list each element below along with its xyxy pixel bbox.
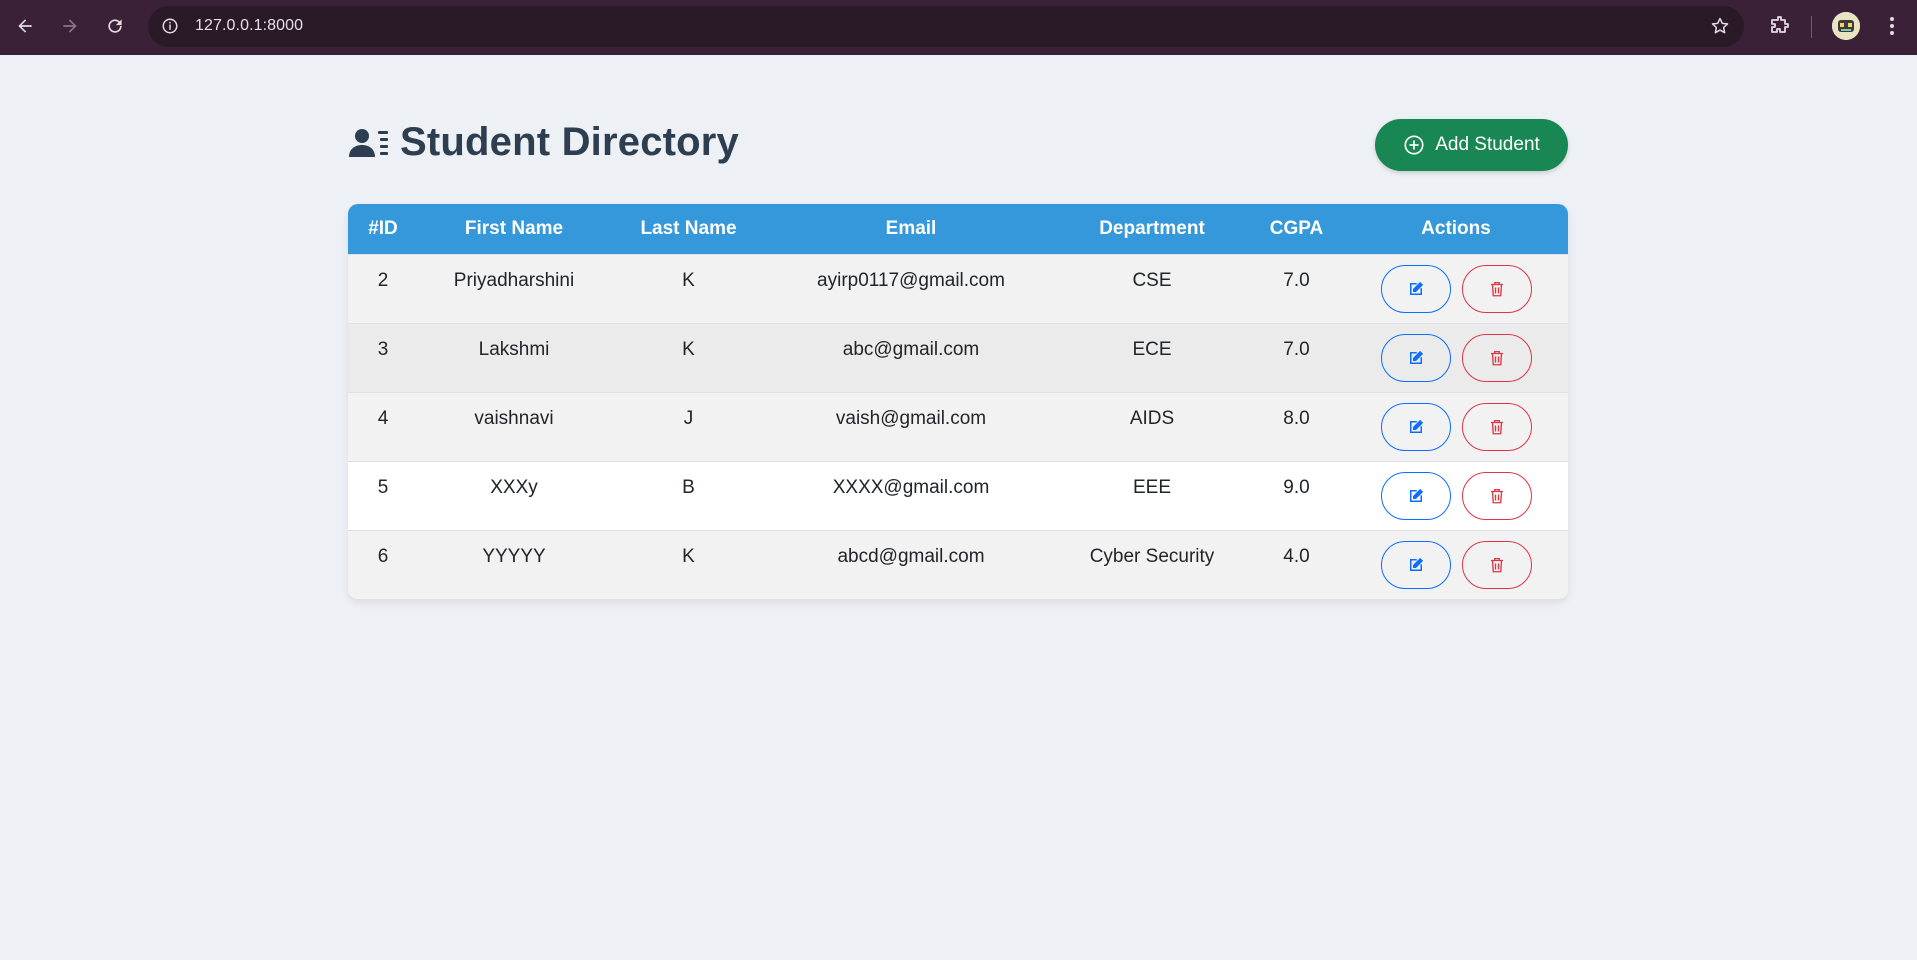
add-student-label: Add Student: [1435, 134, 1540, 155]
menu-kebab-icon[interactable]: [1880, 14, 1904, 38]
cell-last-name: K: [610, 253, 767, 323]
column-header-cgpa: CGPA: [1269, 217, 1324, 239]
cell-email: vaish@gmail.com: [767, 391, 1055, 461]
cell-email: XXXX@gmail.com: [767, 460, 1055, 530]
student-table-card: #ID First Name Last Name Email Departmen…: [348, 204, 1568, 599]
cell-first-name: vaishnavi: [418, 391, 610, 461]
cell-cgpa: 7.0: [1249, 322, 1344, 392]
table-row: 4 vaishnavi J vaish@gmail.com AIDS 8.0: [348, 391, 1568, 461]
cell-id: 4: [348, 391, 418, 461]
cell-department: Cyber Security: [1055, 529, 1249, 599]
bookmark-star-icon[interactable]: [1710, 16, 1730, 36]
trash-icon: [1490, 488, 1503, 503]
column-header-actions: Actions: [1421, 217, 1491, 239]
cell-last-name: K: [610, 529, 767, 599]
toolbar-divider: [1811, 16, 1812, 38]
cell-department: EEE: [1055, 460, 1249, 530]
column-header-email: Email: [885, 217, 937, 239]
table-row: 2 Priyadharshini K ayirp0117@gmail.com C…: [348, 253, 1568, 323]
trash-icon: [1490, 557, 1503, 573]
edit-button[interactable]: [1380, 333, 1451, 382]
edit-button[interactable]: [1380, 540, 1451, 589]
title-group: Student Directory: [348, 120, 739, 165]
edit-icon: [1409, 419, 1423, 433]
browser-toolbar: 127.0.0.1:8000: [0, 0, 1917, 55]
add-student-button[interactable]: Add Student: [1375, 119, 1568, 171]
table-row: 6 YYYYY K abcd@gmail.com Cyber Security …: [348, 529, 1568, 599]
back-icon: [18, 19, 32, 33]
student-table: #ID First Name Last Name Email Departmen…: [348, 204, 1568, 599]
delete-button[interactable]: [1461, 471, 1532, 520]
cell-cgpa: 8.0: [1249, 391, 1344, 461]
edit-button[interactable]: [1380, 471, 1451, 520]
cell-id: 5: [348, 460, 418, 530]
forward-button[interactable]: [56, 12, 84, 40]
reload-button[interactable]: [101, 12, 129, 40]
url-text[interactable]: 127.0.0.1:8000: [195, 17, 303, 35]
trash-icon: [1490, 419, 1503, 434]
back-button[interactable]: [11, 12, 39, 40]
cell-email: abcd@gmail.com: [767, 529, 1055, 599]
cell-last-name: B: [610, 460, 767, 530]
page-header: Student Directory Add Student: [348, 55, 1568, 205]
user-list-icon: [349, 128, 388, 157]
cell-actions: [1344, 253, 1568, 323]
cell-id: 6: [348, 529, 418, 599]
edit-icon: [1409, 281, 1423, 295]
column-header-last-name: Last Name: [640, 217, 737, 239]
cell-actions: [1344, 322, 1568, 392]
cell-last-name: J: [610, 391, 767, 461]
table-row: 5 XXXy B XXXX@gmail.com EEE 9.0: [348, 460, 1568, 530]
cell-cgpa: 7.0: [1249, 253, 1344, 323]
edit-button[interactable]: [1380, 264, 1451, 313]
reload-icon: [108, 19, 122, 33]
plus-circle-icon: [1404, 135, 1424, 155]
trash-icon: [1490, 281, 1503, 296]
table-row: 3 Lakshmi K abc@gmail.com ECE 7.0: [348, 322, 1568, 392]
cell-cgpa: 4.0: [1249, 529, 1344, 599]
address-bar[interactable]: 127.0.0.1:8000: [148, 6, 1744, 47]
column-header-id: #ID: [368, 217, 398, 239]
cell-department: CSE: [1055, 253, 1249, 323]
cell-actions: [1344, 391, 1568, 461]
column-header-first-name: First Name: [464, 217, 564, 239]
profile-avatar[interactable]: [1832, 12, 1860, 40]
cell-email: ayirp0117@gmail.com: [767, 253, 1055, 323]
cell-actions: [1344, 529, 1568, 599]
page-container: Student Directory Add Student #ID First …: [348, 55, 1568, 599]
cell-first-name: YYYYY: [418, 529, 610, 599]
delete-button[interactable]: [1461, 264, 1532, 313]
edit-icon: [1409, 350, 1423, 364]
cell-first-name: Lakshmi: [418, 322, 610, 392]
trash-icon: [1490, 350, 1503, 365]
page-title: Student Directory: [400, 120, 740, 164]
cell-cgpa: 9.0: [1249, 460, 1344, 530]
edit-icon: [1409, 557, 1423, 571]
cell-id: 2: [348, 253, 418, 323]
site-info-icon[interactable]: [161, 17, 179, 35]
table-header-row: #ID First Name Last Name Email Departmen…: [348, 204, 1568, 254]
delete-button[interactable]: [1461, 333, 1532, 382]
cell-department: AIDS: [1055, 391, 1249, 461]
delete-button[interactable]: [1461, 402, 1532, 451]
cell-actions: [1344, 460, 1568, 530]
column-header-department: Department: [1099, 217, 1205, 239]
edit-button[interactable]: [1380, 402, 1451, 451]
cell-id: 3: [348, 322, 418, 392]
cell-last-name: K: [610, 322, 767, 392]
forward-icon: [63, 19, 77, 33]
cell-email: abc@gmail.com: [767, 322, 1055, 392]
cell-first-name: Priyadharshini: [418, 253, 610, 323]
delete-button[interactable]: [1461, 540, 1532, 589]
cell-first-name: XXXy: [418, 460, 610, 530]
cell-department: ECE: [1055, 322, 1249, 392]
edit-icon: [1409, 488, 1423, 502]
extensions-icon[interactable]: [1768, 14, 1792, 38]
